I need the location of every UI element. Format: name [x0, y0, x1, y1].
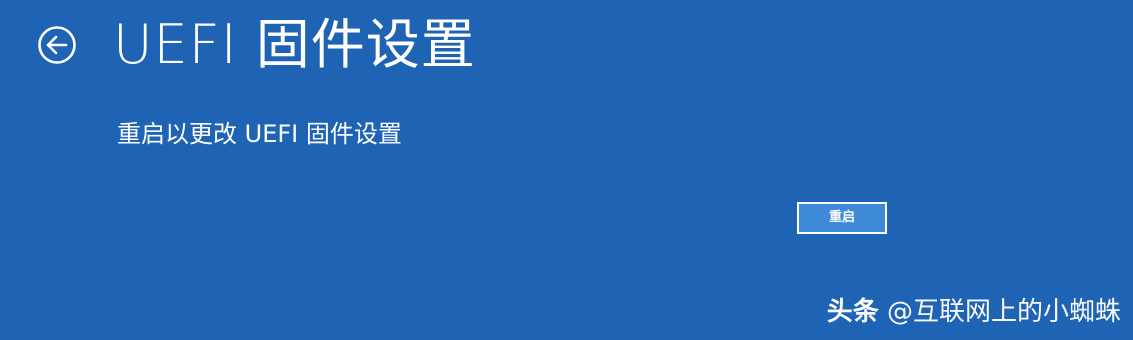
watermark: 头条 @互联网上的小蜘蛛 — [827, 292, 1121, 332]
page-title: UEFI 固件设置 — [113, 13, 476, 76]
uefi-settings-page: { "header": { "title": "UEFI 固件设置", "bac… — [0, 0, 1133, 340]
restart-button[interactable]: 重启 — [797, 202, 887, 234]
watermark-handle: @互联网上的小蜘蛛 — [886, 297, 1121, 327]
back-arrow-circle-icon — [38, 26, 76, 64]
watermark-brand: 头条 — [826, 297, 879, 327]
description-text: 重启以更改 UEFI 固件设置 — [117, 120, 402, 148]
back-button[interactable] — [37, 25, 77, 65]
